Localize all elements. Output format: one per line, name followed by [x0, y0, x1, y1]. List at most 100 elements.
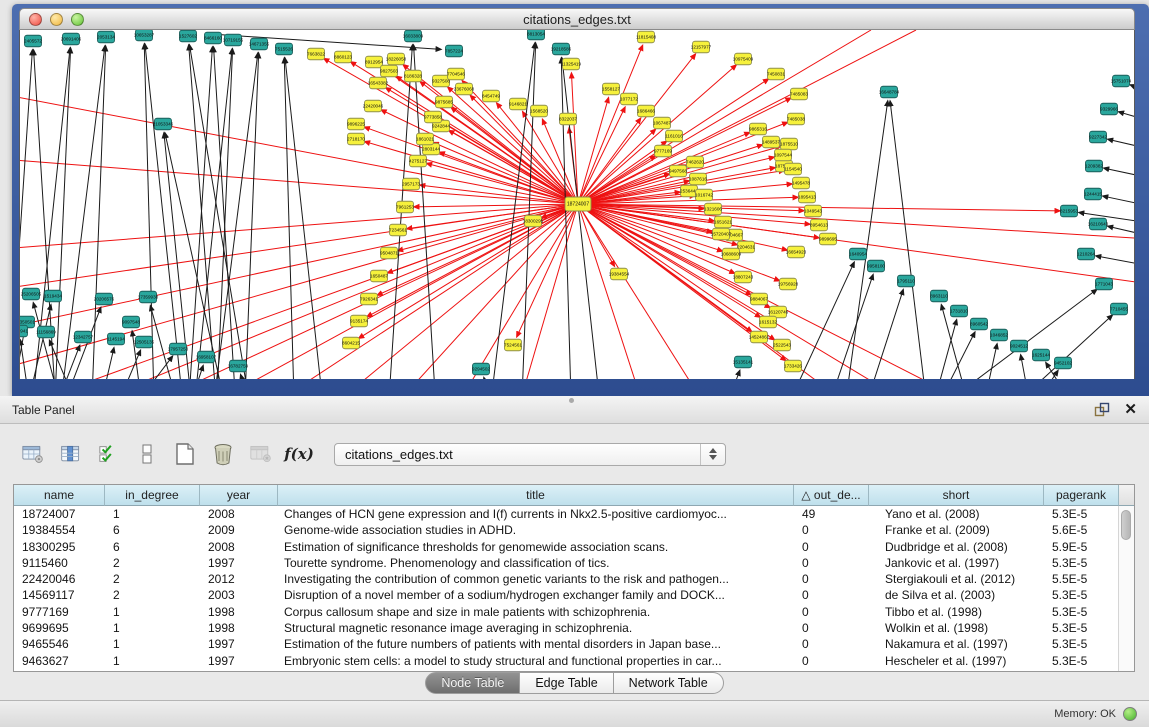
graph-node[interactable]: 1210264 — [1077, 248, 1095, 260]
graph-node[interactable]: 19218586 — [551, 43, 572, 55]
graph-node[interactable]: 16958107 — [196, 351, 217, 363]
column-header-pagerank[interactable]: pagerank — [1044, 485, 1119, 506]
select-columns-button[interactable] — [92, 439, 126, 469]
scrollbar-thumb[interactable] — [1121, 510, 1131, 540]
graph-node[interactable]: 1568520 — [530, 105, 548, 117]
network-canvas[interactable]: 1872400776638228860123891295418226058982… — [19, 30, 1135, 379]
tab-network-table[interactable]: Network Table — [614, 672, 724, 694]
graph-node[interactable]: 2053134 — [97, 31, 115, 43]
graph-node[interactable]: 10719155 — [223, 34, 244, 46]
graph-node[interactable]: 10653287 — [134, 30, 155, 41]
graph-node[interactable]: 1558127 — [602, 83, 620, 95]
graph-node[interactable]: 2718170 — [347, 133, 365, 145]
close-icon[interactable]: ✕ — [1124, 403, 1137, 417]
table-row[interactable]: 1938455462009Genome-wide association stu… — [14, 522, 1134, 538]
table-row[interactable]: 1872400712008Changes of HCN gene express… — [14, 506, 1134, 522]
graph-node[interactable]: 15135141 — [733, 356, 754, 368]
graph-node[interactable]: 9884067 — [750, 293, 768, 305]
graph-node[interactable]: 8963110 — [930, 290, 948, 302]
graph-node[interactable]: 2522543 — [773, 339, 791, 351]
graph-node[interactable]: 7462620 — [686, 156, 704, 168]
graph-node[interactable]: 1077172 — [620, 93, 638, 105]
graph-node[interactable]: 8322037 — [559, 113, 577, 125]
graph-node[interactable]: 14671355 — [249, 38, 270, 50]
graph-node[interactable]: 1686466 — [637, 105, 655, 117]
graph-node[interactable]: 1495478 — [792, 177, 810, 189]
graph-node[interactable]: 9329966 — [1100, 103, 1118, 115]
graph-node[interactable]: 11156869 — [36, 326, 56, 338]
table-row[interactable]: 1456911722003Disruption of a novel membe… — [14, 587, 1134, 603]
graph-node[interactable]: 20691406 — [61, 33, 82, 45]
graph-node[interactable]: 8186328 — [404, 70, 422, 82]
graph-node[interactable]: 20206576 — [94, 293, 115, 305]
table-row[interactable]: 977716911998Corpus callosum shape and si… — [14, 604, 1134, 620]
graph-node[interactable]: 8813054 — [527, 30, 545, 40]
graph-node[interactable]: 18300295 — [523, 215, 544, 227]
graph-node[interactable]: 16782759 — [228, 360, 249, 372]
graph-node[interactable]: 7961253 — [396, 201, 414, 213]
graph-node[interactable]: 1640954 — [849, 248, 867, 260]
graph-node[interactable]: 1154540 — [784, 163, 802, 175]
graph-node[interactable]: 7234561 — [389, 224, 407, 236]
graph-node[interactable]: 1651621 — [714, 216, 732, 228]
tab-edge-table[interactable]: Edge Table — [520, 672, 613, 694]
graph-node[interactable]: 2405572 — [24, 35, 42, 47]
graph-node[interactable]: 12157977 — [691, 41, 712, 53]
function-builder-button[interactable]: f(x) — [282, 439, 316, 469]
graph-node[interactable]: 1244415 — [1084, 188, 1102, 200]
graph-node[interactable]: 1731810 — [950, 305, 968, 317]
graph-node[interactable]: 18807243 — [733, 271, 754, 283]
graph-node[interactable]: 8604215 — [342, 337, 360, 349]
column-header-title[interactable]: title — [278, 485, 794, 506]
graph-node[interactable]: 1087616 — [689, 173, 707, 185]
graph-node[interactable]: 9227342 — [1089, 131, 1107, 143]
show-column-button[interactable] — [54, 439, 88, 469]
graph-node[interactable]: 21053346 — [153, 118, 174, 130]
graph-node[interactable]: 18724007 — [565, 197, 591, 211]
graph-node[interactable]: 1519434 — [44, 290, 62, 302]
graph-node[interactable]: 7524561 — [504, 339, 522, 351]
graph-node[interactable]: 10975409 — [733, 53, 754, 65]
graph-node[interactable]: 1209382 — [1085, 160, 1103, 172]
graph-node[interactable]: 14524861 — [749, 331, 770, 343]
graph-node[interactable]: 15720407 — [711, 228, 732, 240]
column-header-name[interactable]: name — [14, 485, 105, 506]
table-row[interactable]: 946362711997Embryonic stem cells: a mode… — [14, 653, 1134, 669]
graph-node[interactable]: 1733426 — [784, 360, 802, 372]
graph-node[interactable]: 8954613 — [810, 219, 828, 231]
graph-node[interactable]: 1875510 — [780, 138, 798, 150]
graph-node[interactable]: 7515526 — [275, 43, 293, 55]
graph-node[interactable]: 16210643 — [1088, 218, 1109, 230]
table-row[interactable]: 969969511998Structural magnetic resonanc… — [14, 620, 1134, 636]
graph-node[interactable]: 8860123 — [334, 51, 352, 63]
graph-node[interactable]: 9452102 — [1054, 357, 1072, 369]
table-row[interactable]: 1830029562008Estimation of significance … — [14, 539, 1134, 555]
graph-node[interactable]: 1625144 — [1032, 349, 1050, 361]
graph-node[interactable]: 17359938 — [138, 291, 159, 303]
graph-node[interactable]: 19756928 — [778, 278, 799, 290]
graph-node[interactable]: 1321606 — [704, 203, 722, 215]
graph-node[interactable]: 9497568 — [669, 165, 687, 177]
graph-node[interactable]: 1650487 — [370, 270, 388, 282]
graph-node[interactable]: 9097548 — [122, 316, 140, 328]
graph-node[interactable]: 4275127 — [409, 155, 427, 167]
table-row[interactable]: 946554611997Estimation of the future num… — [14, 636, 1134, 652]
graph-node[interactable]: 1489537 — [762, 136, 780, 148]
graph-node[interactable]: 9827503 — [380, 65, 398, 77]
graph-node[interactable]: 16033809 — [403, 30, 424, 42]
graph-node[interactable]: 9896225 — [347, 118, 365, 130]
graph-node[interactable]: 8215953 — [1060, 205, 1078, 217]
float-panel-icon[interactable] — [1094, 402, 1110, 417]
graph-node[interactable]: 9773858 — [424, 111, 442, 123]
graph-node[interactable]: 7704546 — [447, 68, 465, 80]
graph-node[interactable]: 1771043 — [1095, 278, 1113, 290]
graph-node[interactable]: 1046852 — [990, 329, 1008, 341]
graph-node[interactable]: 9294502 — [472, 363, 490, 375]
column-header-short[interactable]: short — [869, 485, 1044, 506]
column-header-out_degree[interactable]: △ out_de... — [794, 485, 869, 506]
graph-node[interactable]: 1145194 — [107, 333, 125, 345]
graph-node[interactable]: 9958100 — [867, 260, 885, 272]
graph-node[interactable]: 1161016 — [665, 130, 683, 142]
graph-node[interactable]: 1527602 — [179, 30, 197, 42]
graph-node[interactable]: 9135174 — [350, 315, 368, 327]
